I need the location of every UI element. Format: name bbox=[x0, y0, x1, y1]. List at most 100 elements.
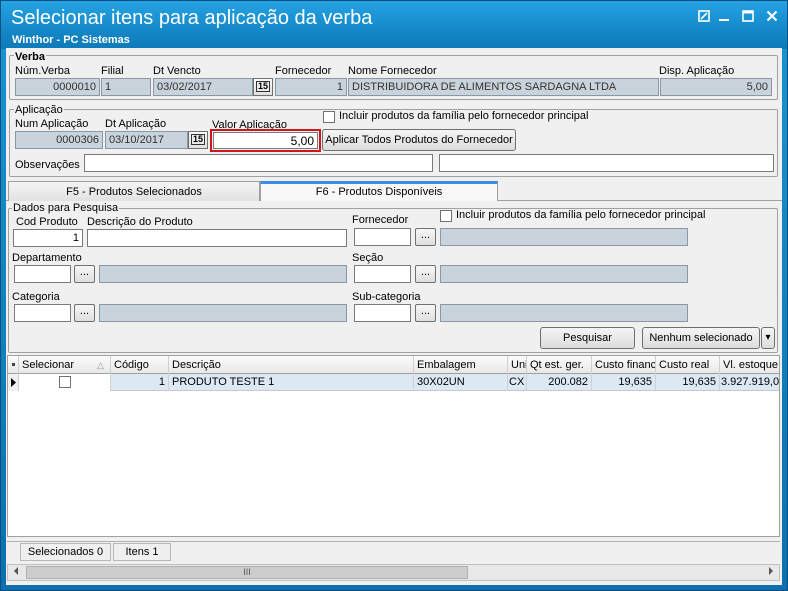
aplicar-todos-button[interactable]: Aplicar Todos Produtos do Fornecedor bbox=[322, 129, 516, 151]
cell-embalagem: 30X02UN bbox=[414, 374, 508, 391]
grid-header: Selecionar △ Código Descrição Embalagem … bbox=[8, 356, 779, 374]
departamento-input[interactable] bbox=[14, 265, 71, 283]
row-select-checkbox[interactable] bbox=[59, 376, 71, 388]
cell-qt-est: 200.082 bbox=[527, 374, 592, 391]
nenhum-selecionado-button[interactable]: Nenhum selecionado bbox=[642, 327, 760, 349]
categoria-lookup-button[interactable]: ... bbox=[74, 304, 95, 322]
dt-aplicacao-label: Dt Aplicação bbox=[105, 118, 167, 130]
row-select-cell[interactable] bbox=[19, 374, 111, 391]
calendar-icon[interactable]: 15 bbox=[188, 131, 208, 149]
column-header-vl-estoque[interactable]: Vl. estoque bbox=[720, 356, 779, 374]
categoria-input[interactable] bbox=[14, 304, 71, 322]
secao-input[interactable] bbox=[354, 265, 411, 283]
cell-custo-financ: 19,635 bbox=[592, 374, 656, 391]
horizontal-scrollbar[interactable]: III bbox=[7, 564, 780, 581]
fornecedor-name-field bbox=[440, 228, 688, 246]
title-bar[interactable]: Selecionar itens para aplicação da verba… bbox=[1, 1, 787, 49]
status-itens: Itens 1 bbox=[113, 543, 171, 561]
fornecedor-lookup-button[interactable]: ... bbox=[415, 228, 436, 246]
calendar-icon[interactable]: 15 bbox=[253, 78, 273, 96]
descricao-produto-label: Descrição do Produto bbox=[87, 216, 193, 228]
tab-produtos-selecionados[interactable]: F5 - Produtos Selecionados bbox=[8, 181, 260, 201]
descricao-produto-input[interactable] bbox=[87, 229, 347, 247]
scroll-right-icon[interactable] bbox=[763, 565, 779, 580]
departamento-lookup-button[interactable]: ... bbox=[74, 265, 95, 283]
dt-vencto-field[interactable]: 03/02/2017 bbox=[153, 78, 253, 96]
client-area: Verba Núm.Verba 0000010 Filial 1 Dt Venc… bbox=[6, 48, 782, 585]
dt-aplicacao-field[interactable]: 03/10/2017 bbox=[105, 131, 188, 149]
minimize-icon[interactable] bbox=[715, 9, 733, 25]
disp-aplicacao-label: Disp. Aplicação bbox=[659, 65, 735, 77]
maximize-icon[interactable] bbox=[739, 9, 757, 25]
nome-fornecedor-label: Nome Fornecedor bbox=[348, 65, 437, 77]
categoria-name-field bbox=[99, 304, 347, 322]
cell-codigo: 1 bbox=[111, 374, 169, 391]
cod-produto-input[interactable]: 1 bbox=[13, 229, 83, 247]
column-header-uni[interactable]: Uni bbox=[508, 356, 527, 374]
scroll-thumb[interactable]: III bbox=[26, 566, 468, 579]
fornecedor-search-input[interactable] bbox=[354, 228, 411, 246]
departamento-name-field bbox=[99, 265, 347, 283]
fornecedor-field[interactable]: 1 bbox=[275, 78, 347, 96]
subcategoria-input[interactable] bbox=[354, 304, 411, 322]
filial-field[interactable]: 1 bbox=[101, 78, 151, 96]
categoria-label: Categoria bbox=[12, 291, 60, 303]
num-verba-field[interactable]: 0000010 bbox=[15, 78, 100, 96]
observacoes-input-2[interactable] bbox=[439, 154, 774, 172]
incluir-familia-pesquisa-label: Incluir produtos da família pelo fornece… bbox=[456, 209, 706, 221]
num-aplicacao-field[interactable]: 0000306 bbox=[15, 131, 103, 149]
window-title: Selecionar itens para aplicação da verba bbox=[11, 7, 373, 29]
fornecedor-search-label: Fornecedor bbox=[352, 214, 409, 226]
incluir-familia-pesquisa-checkbox[interactable] bbox=[440, 210, 452, 222]
cell-descricao: PRODUTO TESTE 1 bbox=[169, 374, 414, 391]
subcategoria-label: Sub-categoria bbox=[352, 291, 421, 303]
subcategoria-name-field bbox=[440, 304, 688, 322]
chevron-down-icon[interactable]: ▾ bbox=[761, 327, 775, 349]
observacoes-input[interactable] bbox=[84, 154, 433, 172]
aplicacao-group-label: Aplicação bbox=[14, 104, 64, 116]
restore-icon[interactable] bbox=[695, 9, 713, 25]
secao-name-field bbox=[440, 265, 688, 283]
column-header-selecionar[interactable]: Selecionar △ bbox=[19, 356, 111, 374]
close-icon[interactable] bbox=[763, 9, 781, 25]
cell-custo-real: 19,635 bbox=[656, 374, 720, 391]
observacoes-label: Observações bbox=[15, 159, 80, 171]
grid-header-indicator bbox=[8, 356, 19, 374]
column-header-qt-est[interactable]: Qt est. ger. bbox=[527, 356, 592, 374]
window-subtitle: Winthor - PC Sistemas bbox=[12, 34, 130, 46]
secao-label: Seção bbox=[352, 252, 384, 264]
nome-fornecedor-field[interactable]: DISTRIBUIDORA DE ALIMENTOS SARDAGNA LTDA bbox=[348, 78, 659, 96]
departamento-label: Departamento bbox=[12, 252, 82, 264]
column-header-codigo[interactable]: Código bbox=[111, 356, 169, 374]
sort-triangle-icon: △ bbox=[97, 360, 104, 370]
valor-aplicacao-input[interactable]: 5,00 bbox=[213, 132, 318, 149]
pesquisa-group-label: Dados para Pesquisa bbox=[12, 202, 120, 214]
disp-aplicacao-field[interactable]: 5,00 bbox=[660, 78, 772, 96]
column-header-custo-real[interactable]: Custo real bbox=[656, 356, 720, 374]
tab-produtos-disponiveis[interactable]: F6 - Produtos Disponíveis bbox=[260, 181, 498, 201]
verba-group-label: Verba bbox=[14, 51, 46, 63]
status-selecionados: Selecionados 0 bbox=[20, 543, 111, 561]
num-aplicacao-label: Num Aplicação bbox=[15, 118, 89, 130]
dt-vencto-label: Dt Vencto bbox=[153, 65, 201, 77]
filial-label: Filial bbox=[101, 65, 124, 77]
row-indicator-icon bbox=[8, 374, 19, 391]
products-grid: Selecionar △ Código Descrição Embalagem … bbox=[7, 355, 780, 537]
column-header-descricao[interactable]: Descrição bbox=[169, 356, 414, 374]
cell-vl-estoque: 3.927.919,0 bbox=[721, 376, 779, 388]
subcategoria-lookup-button[interactable]: ... bbox=[415, 304, 436, 322]
table-row[interactable]: 1 PRODUTO TESTE 1 30X02UN CX 200.082 19,… bbox=[8, 374, 779, 391]
cell-uni: CX bbox=[508, 374, 527, 391]
incluir-familia-label: Incluir produtos da família pelo fornece… bbox=[339, 110, 589, 122]
num-verba-label: Núm.Verba bbox=[15, 65, 71, 77]
column-header-embalagem[interactable]: Embalagem bbox=[414, 356, 508, 374]
cod-produto-label: Cod Produto bbox=[16, 216, 78, 228]
fornecedor-label: Fornecedor bbox=[275, 65, 332, 77]
scroll-left-icon[interactable] bbox=[8, 565, 24, 580]
column-header-custo-financ[interactable]: Custo financ bbox=[592, 356, 656, 374]
secao-lookup-button[interactable]: ... bbox=[415, 265, 436, 283]
column-header-label: Selecionar bbox=[22, 359, 74, 371]
incluir-familia-checkbox[interactable] bbox=[323, 111, 335, 123]
pesquisar-button[interactable]: Pesquisar bbox=[540, 327, 635, 349]
status-bar: Selecionados 0 Itens 1 bbox=[7, 541, 780, 561]
